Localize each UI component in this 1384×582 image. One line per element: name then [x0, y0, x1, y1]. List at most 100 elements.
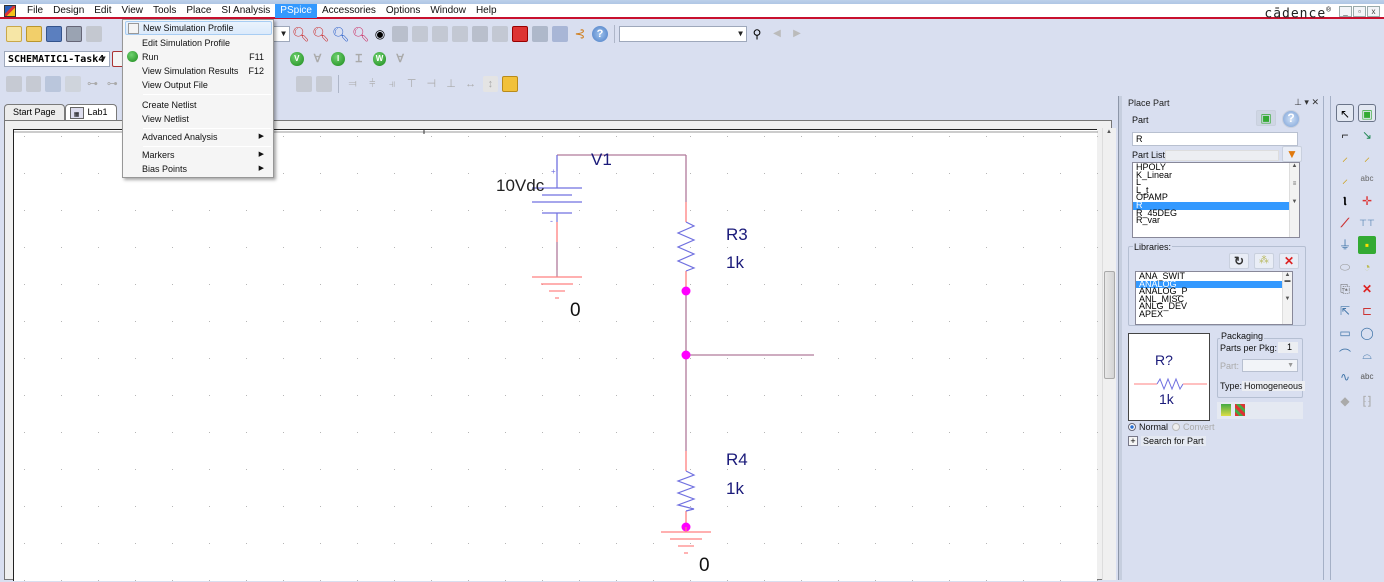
net-alias-icon[interactable]: abc: [1358, 170, 1376, 188]
menu-edit[interactable]: Edit: [89, 4, 116, 18]
place-part-icon[interactable]: [6, 76, 22, 92]
place-bezier-icon[interactable]: ∿: [1336, 368, 1354, 386]
place-bus-icon[interactable]: [45, 76, 62, 92]
footprint-viewer-icon[interactable]: [1235, 404, 1245, 416]
r3-ref[interactable]: R3: [726, 225, 748, 244]
list-item[interactable]: APEX: [1136, 310, 1292, 319]
search-expand-button[interactable]: +: [1128, 436, 1138, 446]
add-library-file-icon[interactable]: ⁂: [1254, 253, 1274, 269]
bus-entry-icon[interactable]: ⟋: [1336, 214, 1354, 232]
menu-window[interactable]: Window: [425, 4, 471, 18]
part-list[interactable]: HPOLY K_Linear L L_t OPAMP R R_45DEG R_v…: [1132, 162, 1300, 238]
current-marker-icon[interactable]: I: [331, 52, 345, 66]
power-marker-icon[interactable]: W: [372, 52, 387, 66]
drc-icon[interactable]: [432, 26, 448, 42]
library-list[interactable]: ANA_SWIT ANALOG ANALOG_P ANL_MISC ANLG_D…: [1135, 271, 1293, 325]
connector-icon[interactable]: ⊶: [85, 76, 101, 92]
print-icon[interactable]: [66, 26, 82, 42]
search-for-part-label[interactable]: Search for Part: [1141, 436, 1206, 446]
menu-item-bias-points[interactable]: Bias Points ▶: [125, 162, 272, 176]
align-center-icon[interactable]: ⫩: [364, 76, 380, 92]
place-port-icon[interactable]: ⬭: [1336, 258, 1354, 276]
place-elliptical-arc-icon[interactable]: ⌓: [1358, 346, 1376, 364]
menu-view[interactable]: View: [117, 4, 149, 18]
add-library-icon[interactable]: ▣: [1256, 110, 1276, 126]
distribute-horizontal-icon[interactable]: ↔: [463, 76, 479, 92]
menu-item-new-simulation-profile[interactable]: New Simulation Profile: [125, 21, 272, 35]
zoom-all-icon[interactable]: 🔍︎: [352, 26, 370, 42]
help-icon[interactable]: ?: [1282, 110, 1300, 128]
remove-library-icon[interactable]: ✕: [1279, 253, 1299, 269]
menu-place[interactable]: Place: [181, 4, 216, 18]
back-annotate-icon[interactable]: [412, 26, 428, 42]
align-bottom-icon[interactable]: ⊥: [443, 76, 459, 92]
netlist-icon[interactable]: [452, 26, 468, 42]
zoom-area-icon[interactable]: 🔍︎: [332, 26, 350, 42]
schematic-select[interactable]: SCHEMATIC1-Task4 ▼: [4, 51, 110, 67]
menu-help[interactable]: Help: [471, 4, 502, 18]
search-combo[interactable]: ▼: [619, 26, 747, 42]
place-ellipse-icon[interactable]: ◯: [1358, 324, 1376, 342]
previous-icon[interactable]: ◀: [769, 26, 785, 42]
table-icon[interactable]: [316, 76, 332, 92]
select-pointer-icon[interactable]: ↖: [1336, 104, 1354, 122]
menu-pspice[interactable]: PSpice: [275, 3, 317, 18]
restore-button[interactable]: ▫: [1353, 6, 1366, 17]
auto-wire-two-points-icon[interactable]: ⸝: [1336, 148, 1354, 166]
menu-item-advanced-analysis[interactable]: Advanced Analysis ▶: [125, 130, 272, 144]
place-rectangle-icon[interactable]: ▭: [1336, 324, 1354, 342]
hierarchy-icon[interactable]: ⊰: [572, 26, 588, 42]
list-item[interactable]: K_Linear: [1133, 170, 1299, 180]
place-pin-icon[interactable]: ◔: [1358, 258, 1376, 276]
connector2-icon[interactable]: ⊶: [104, 76, 120, 92]
menu-item-markers[interactable]: Markers ▶: [125, 148, 272, 162]
scroll-thumb[interactable]: [1104, 271, 1115, 379]
part-list-scrollbar[interactable]: ▲ ≡ ▼: [1289, 163, 1299, 237]
property-tag-icon[interactable]: [502, 76, 518, 92]
next-icon[interactable]: ▶: [789, 26, 805, 42]
help-icon[interactable]: ?: [592, 26, 608, 42]
place-text-icon[interactable]: abc: [1358, 368, 1376, 386]
close-button[interactable]: x: [1367, 6, 1380, 17]
place-bus-icon[interactable]: Ⲓ: [1336, 192, 1354, 210]
v1-value[interactable]: 10Vdc: [496, 176, 545, 195]
place-net-icon[interactable]: [25, 76, 42, 92]
off-page-connector-icon[interactable]: ⎘: [1336, 280, 1354, 298]
align-left-icon[interactable]: ⫤: [345, 76, 361, 92]
import-icon[interactable]: [296, 76, 313, 92]
menu-item-edit-simulation-profile[interactable]: Edit Simulation Profile: [125, 36, 272, 50]
place-power-icon[interactable]: ⊤⊤: [1358, 214, 1376, 232]
r3-value[interactable]: 1k: [726, 253, 744, 272]
new-file-icon[interactable]: [6, 26, 22, 42]
place-ieee-symbol-icon[interactable]: ◆: [1336, 392, 1354, 410]
place-net-group-icon[interactable]: ↘: [1358, 126, 1376, 144]
snap-to-grid-icon[interactable]: [512, 26, 528, 42]
menu-accessories[interactable]: Accessories: [317, 4, 381, 18]
vertical-scrollbar[interactable]: ▲: [1102, 128, 1116, 580]
current-bias-icon[interactable]: Ɪ: [351, 51, 367, 67]
save-icon[interactable]: [46, 26, 62, 42]
annotate-icon[interactable]: [392, 26, 408, 42]
app-icon[interactable]: [4, 4, 16, 17]
library-list-scrollbar[interactable]: ▲ ▬ ▼: [1282, 272, 1292, 324]
place-hierarchical-block-icon[interactable]: ▪: [1358, 236, 1376, 254]
menu-item-view-simulation-results[interactable]: View Simulation Results F12: [125, 64, 272, 78]
menu-si-analysis[interactable]: SI Analysis: [216, 4, 275, 18]
place-pspice-marker-icon[interactable]: ⁅⁆: [1358, 392, 1376, 410]
v1-ref[interactable]: V1: [591, 150, 612, 169]
drag-connected-icon[interactable]: [552, 26, 568, 42]
place-part-icon[interactable]: ▣: [1358, 104, 1376, 122]
list-item[interactable]: OPAMP: [1133, 193, 1299, 202]
auto-wire-multi-icon[interactable]: ⸝: [1358, 148, 1376, 166]
bom-icon[interactable]: [492, 26, 508, 42]
part-select[interactable]: ▼: [1242, 359, 1298, 372]
place-polyline-icon[interactable]: ⊏: [1358, 302, 1376, 320]
open-folder-icon[interactable]: [26, 26, 42, 42]
minimize-button[interactable]: _: [1339, 6, 1352, 17]
pin-icon[interactable]: ⊥ ▾ ✕: [1294, 97, 1319, 108]
eye-icon[interactable]: ◉: [372, 26, 388, 42]
distribute-vertical-icon[interactable]: ↕: [482, 76, 499, 92]
align-right-icon[interactable]: ⫣: [384, 76, 400, 92]
menu-file[interactable]: File: [22, 4, 48, 18]
filter-icon[interactable]: ▼: [1282, 146, 1302, 162]
